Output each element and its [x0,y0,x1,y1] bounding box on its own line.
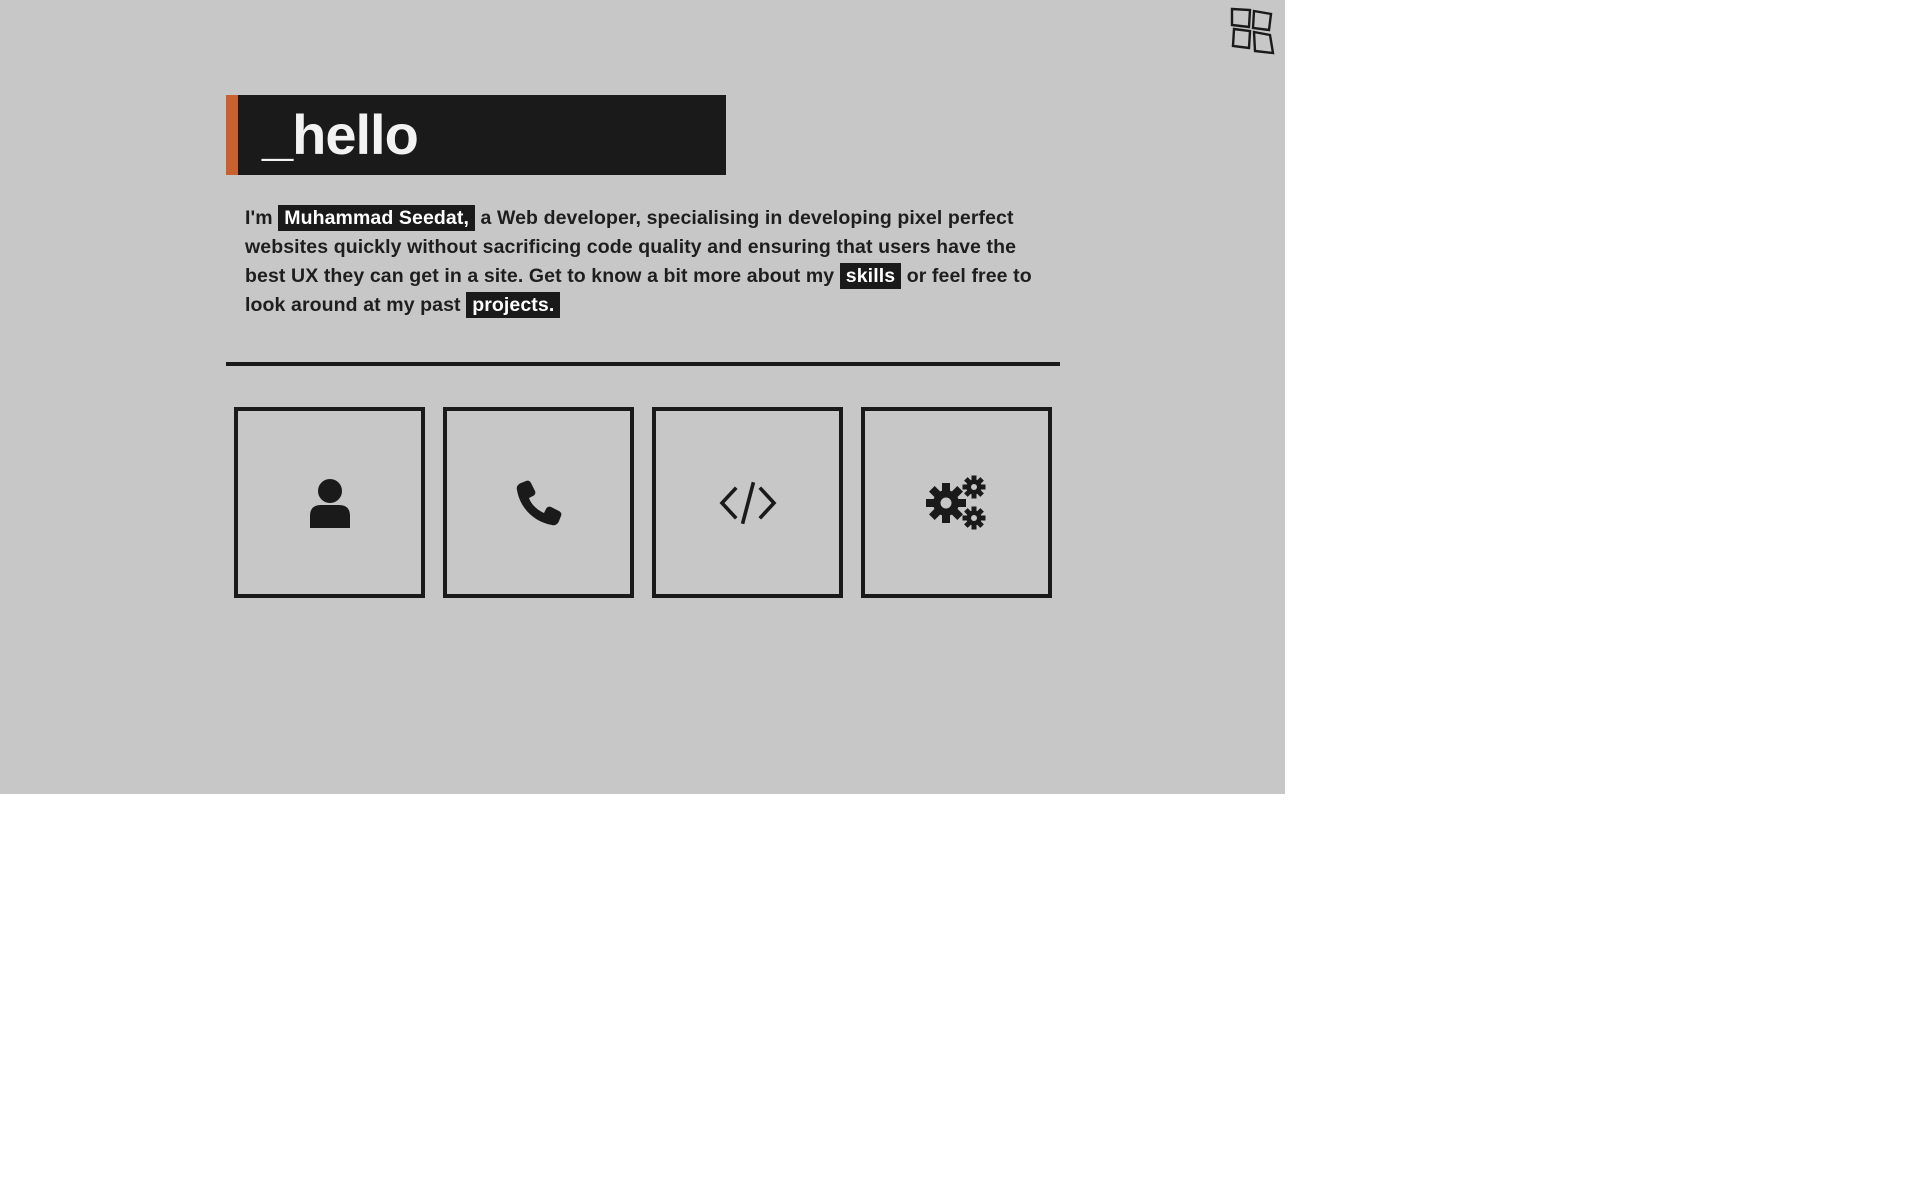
skills-tile-button[interactable] [861,407,1052,598]
phone-icon [516,480,561,525]
projects-link[interactable]: projects. [466,292,561,318]
intro-name-highlight: Muhammad Seedat, [278,205,475,231]
skills-link[interactable]: skills [839,263,902,289]
gears-icon [925,475,985,529]
page-title: _hello [262,103,419,166]
user-icon [309,478,350,528]
menu-toggle-button[interactable] [1230,6,1280,56]
intro-prefix: I'm [245,207,273,229]
contact-tile-button[interactable] [443,407,634,598]
section-divider [226,362,1060,366]
code-icon [719,481,776,524]
nav-tiles [234,407,1052,598]
projects-tile-button[interactable] [652,407,843,598]
about-tile-button[interactable] [234,407,425,598]
page-viewport: _hello I'm Muhammad Seedat, a Web develo… [0,0,1285,794]
hero-title-block: _hello [226,95,726,175]
intro-paragraph: I'm Muhammad Seedat, a Web developer, sp… [245,204,1050,320]
windows-grid-icon [1230,7,1275,55]
